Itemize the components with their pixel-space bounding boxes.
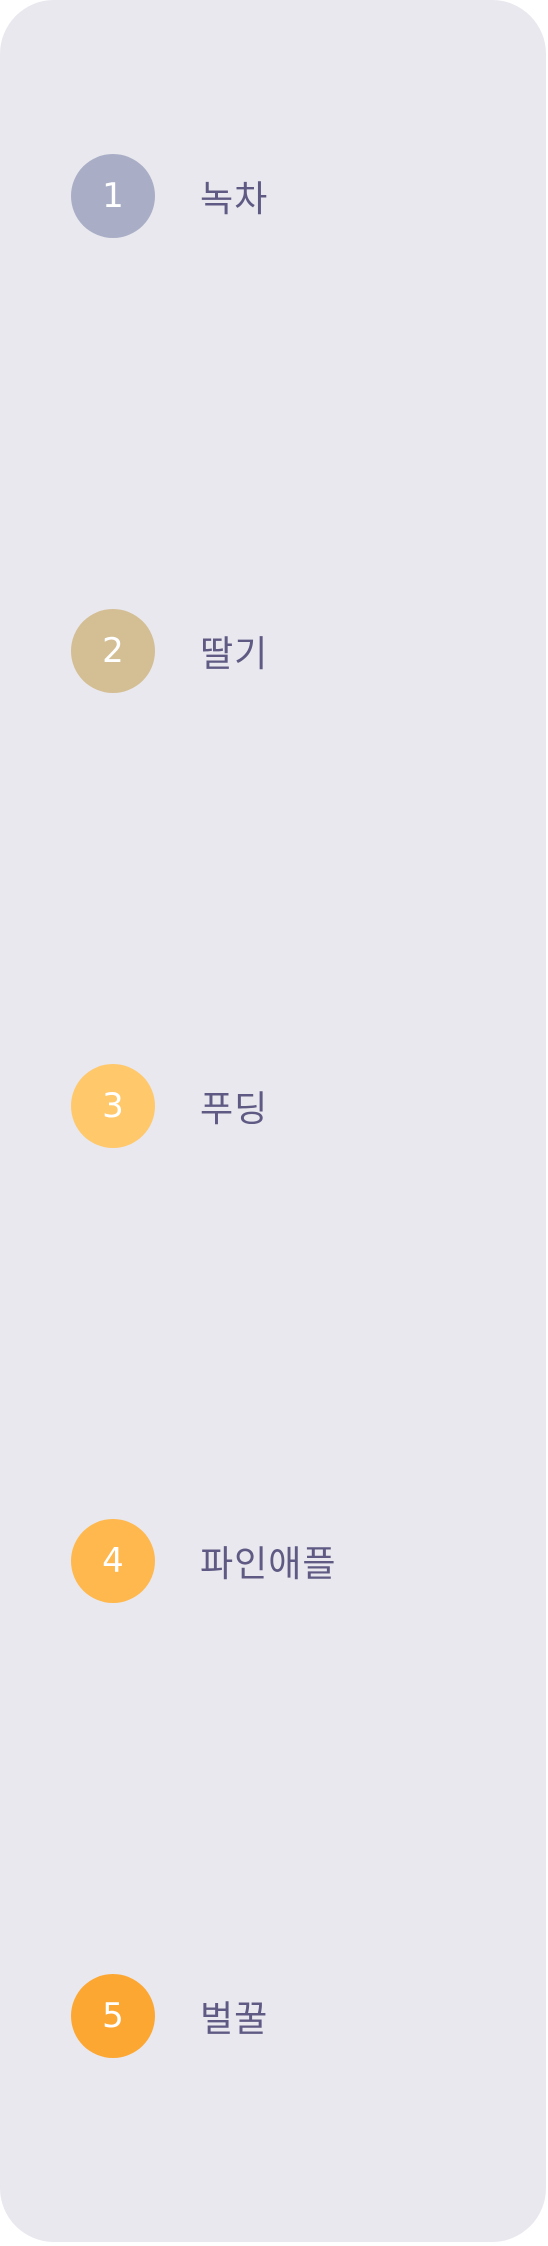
step-number-badge: 4 xyxy=(71,1519,155,1603)
step-number-badge: 3 xyxy=(71,1064,155,1148)
steps-panel: 1 녹차 2 딸기 3 푸딩 4 파인애플 5 벌꿀 xyxy=(0,0,546,2242)
list-item-pudding: 3 푸딩 xyxy=(71,1064,268,1148)
list-item-strawberry: 2 딸기 xyxy=(71,609,268,693)
step-label: 녹차 xyxy=(200,179,269,220)
step-label: 벌꿀 xyxy=(200,1999,269,2040)
step-number-badge: 5 xyxy=(71,1974,155,2058)
step-label: 푸딩 xyxy=(200,1089,269,1130)
step-label: 파인애플 xyxy=(200,1544,337,1585)
step-number-badge: 2 xyxy=(71,609,155,693)
list-item-green-tea: 1 녹차 xyxy=(71,154,268,238)
list-item-pineapple: 4 파인애플 xyxy=(71,1519,336,1603)
step-number-badge: 1 xyxy=(71,154,155,238)
step-label: 딸기 xyxy=(200,634,269,675)
list-item-honey: 5 벌꿀 xyxy=(71,1974,268,2058)
